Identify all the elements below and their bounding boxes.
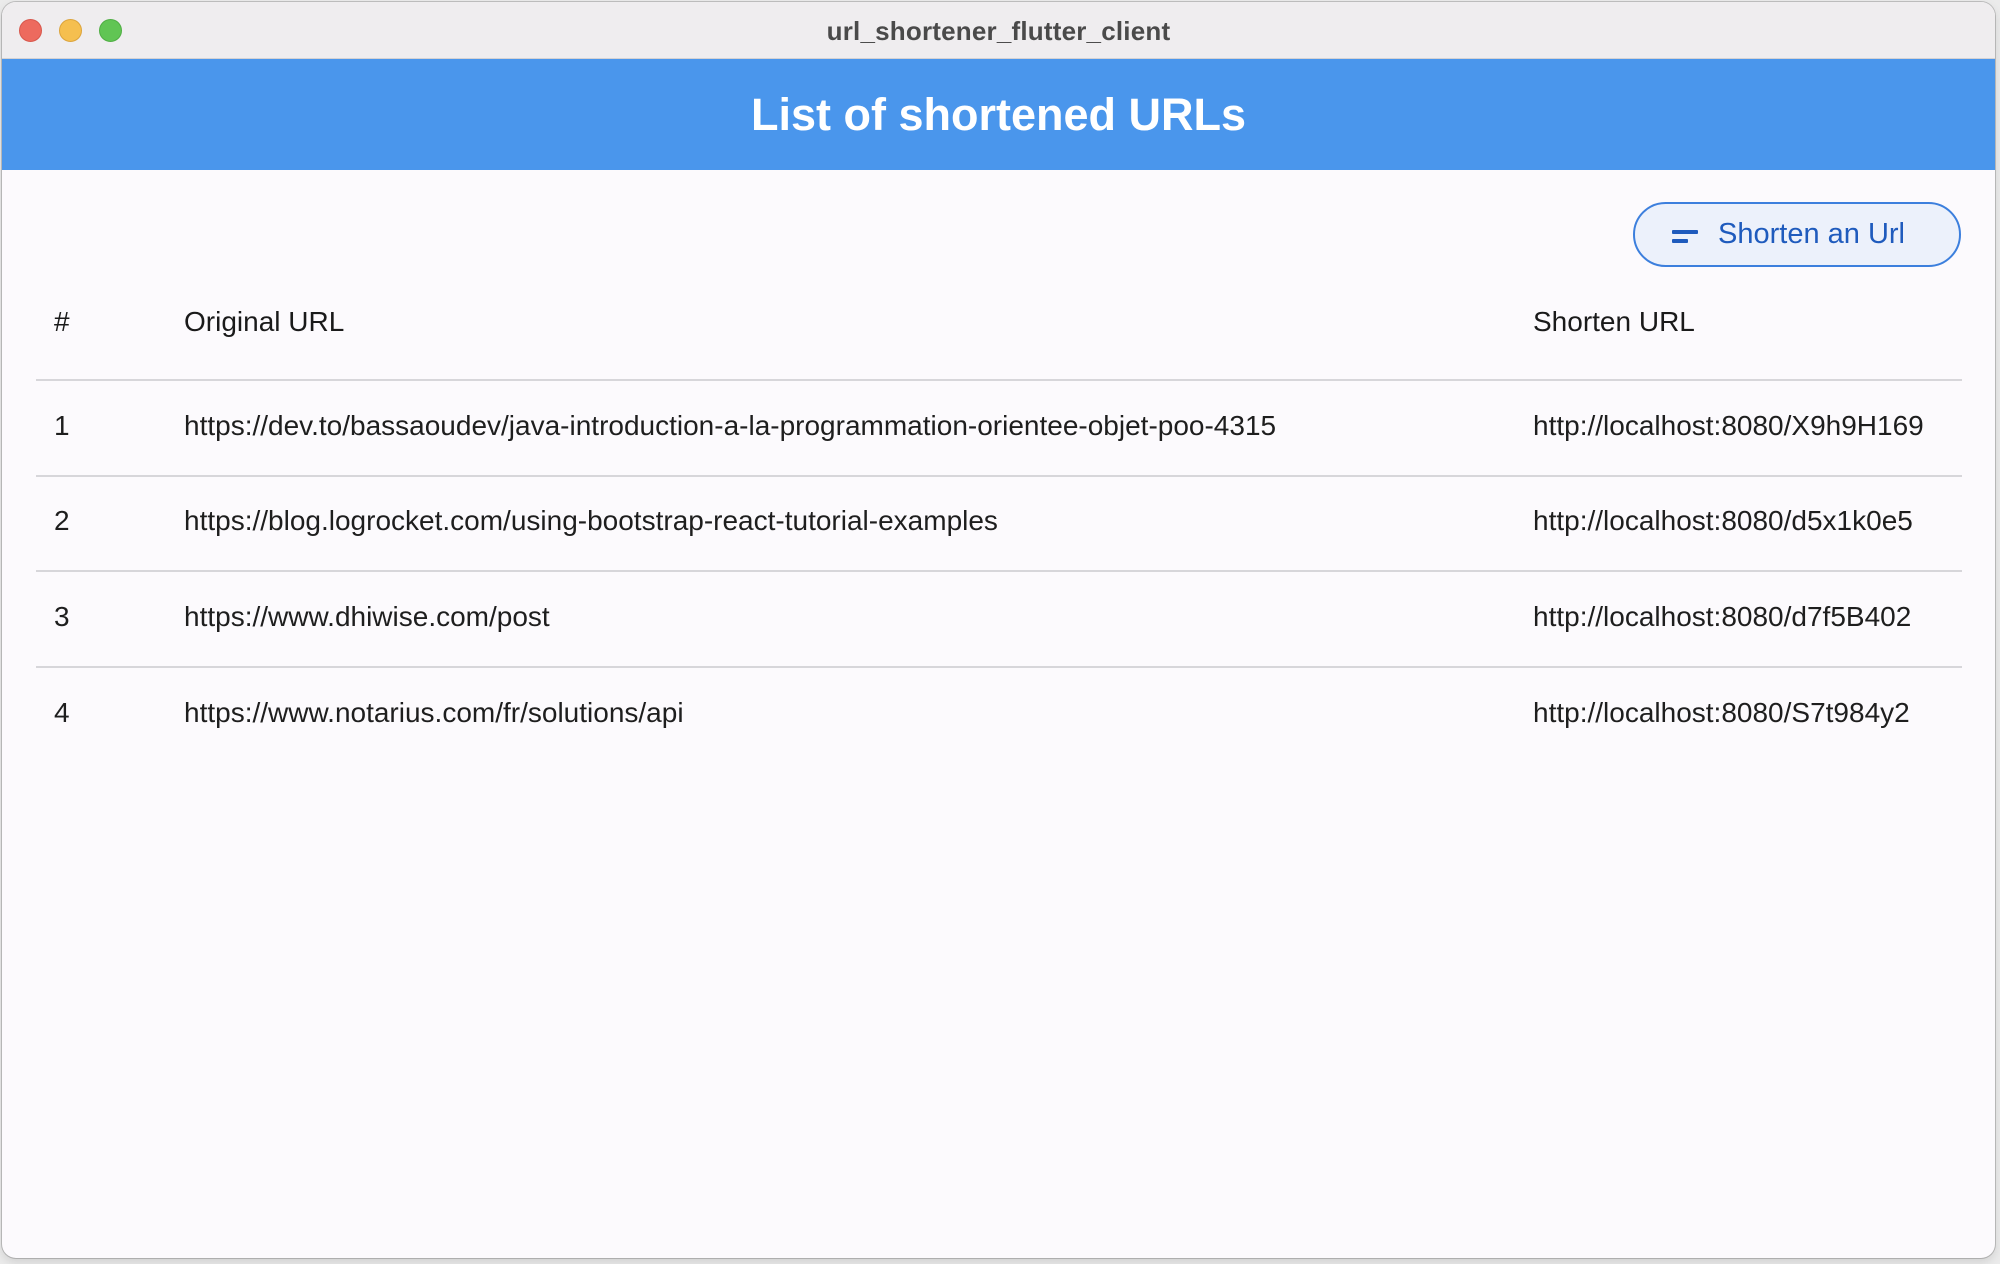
header-number: # <box>54 306 70 337</box>
page-title: List of shortened URLs <box>750 89 1247 140</box>
row-number: 3 <box>54 601 70 632</box>
shorten-url-button[interactable]: Shorten an Url <box>1633 202 1961 267</box>
app-bar: List of shortened URLs <box>2 59 1995 170</box>
shorten-url-cell: http://localhost:8080/d7f5B402 <box>1533 601 1912 632</box>
row-divider <box>36 475 1962 477</box>
header-divider <box>36 379 1962 381</box>
row-divider <box>36 570 1962 572</box>
row-number: 2 <box>54 505 70 536</box>
window-titlebar[interactable]: url_shortener_flutter_client <box>2 2 1995 59</box>
original-url-cell: https://blog.logrocket.com/using-bootstr… <box>184 505 998 536</box>
short-text-icon <box>1672 230 1698 243</box>
shorten-url-button-label: Shorten an Url <box>1718 218 1905 250</box>
app-window: url_shortener_flutter_client List of sho… <box>2 2 1995 1258</box>
header-shorten-url: Shorten URL <box>1533 306 1695 337</box>
shorten-url-cell: http://localhost:8080/S7t984y2 <box>1533 697 1910 728</box>
row-divider <box>36 666 1962 668</box>
shorten-url-cell: http://localhost:8080/d5x1k0e5 <box>1533 505 1913 536</box>
window-title: url_shortener_flutter_client <box>826 16 1171 46</box>
original-url-cell: https://www.dhiwise.com/post <box>184 601 550 632</box>
shorten-url-cell: http://localhost:8080/X9h9H169 <box>1533 410 1924 441</box>
header-original-url: Original URL <box>184 306 345 337</box>
original-url-cell: https://www.notarius.com/fr/solutions/ap… <box>184 697 684 728</box>
row-number: 1 <box>54 410 70 441</box>
row-number: 4 <box>54 697 70 728</box>
original-url-cell: https://dev.to/bassaoudev/java-introduct… <box>184 410 1277 441</box>
